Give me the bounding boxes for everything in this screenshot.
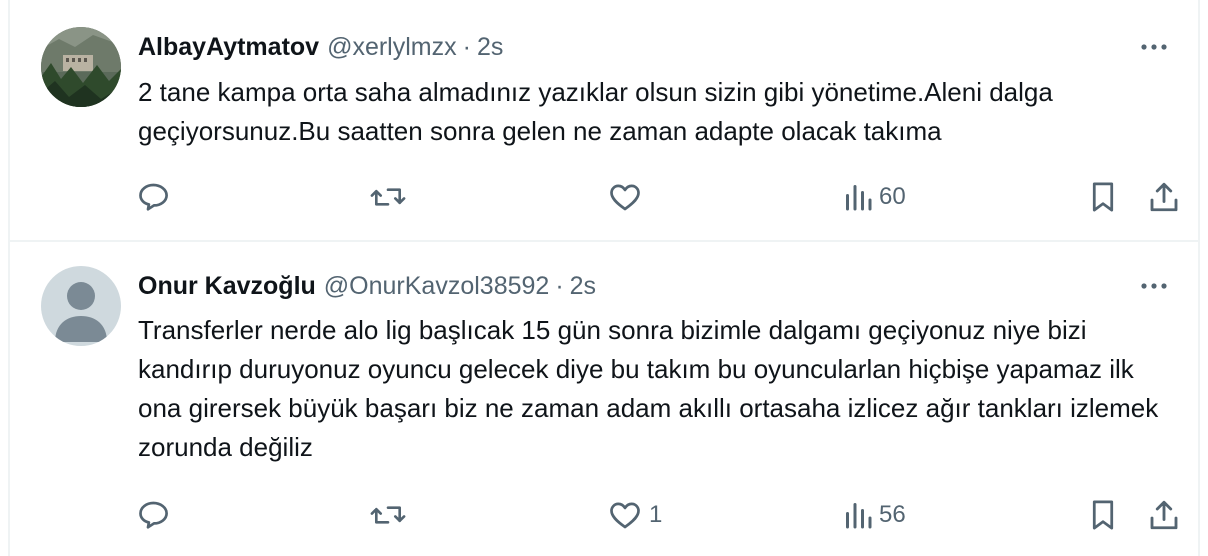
share-button[interactable]	[1146, 177, 1182, 217]
tweet-actions: 1 56	[10, 495, 1198, 535]
avatar[interactable]	[41, 27, 121, 107]
views-icon	[846, 503, 872, 529]
separator-dot: ·	[462, 32, 471, 61]
retweet-button[interactable]	[369, 177, 413, 217]
tweet[interactable]: Onur Kavzoğlu @OnurKavzol38592 · 2s Tran…	[10, 242, 1198, 556]
view-count: 56	[879, 501, 906, 528]
like-button[interactable]: 1	[607, 495, 662, 535]
timestamp[interactable]: 2s	[570, 272, 596, 301]
share-icon	[1150, 500, 1178, 530]
reply-button[interactable]	[136, 495, 178, 535]
author-handle[interactable]: @xerlylmzx	[327, 33, 457, 62]
reply-icon	[139, 501, 168, 529]
author-handle[interactable]: @OnurKavzol38592	[324, 272, 550, 301]
avatar-landscape-image	[41, 27, 121, 107]
views-icon	[846, 185, 872, 211]
retweet-icon	[370, 188, 406, 206]
more-button[interactable]	[1134, 29, 1174, 65]
tweet-text: Transferler nerde alo lig başlıcak 15 gü…	[138, 315, 1159, 462]
view-count: 60	[879, 183, 906, 210]
like-icon	[610, 184, 640, 211]
like-button[interactable]	[607, 177, 649, 217]
like-count: 1	[649, 501, 663, 528]
more-icon	[1141, 283, 1167, 289]
tweet-header: AlbayAytmatov @xerlylmzx · 2s	[138, 29, 503, 65]
tweet-actions: 60	[10, 177, 1198, 217]
reply-icon	[139, 183, 168, 211]
views-button[interactable]: 60	[843, 177, 906, 217]
more-button[interactable]	[1134, 268, 1174, 304]
bookmark-button[interactable]	[1087, 495, 1119, 535]
bookmark-button[interactable]	[1087, 177, 1119, 217]
retweet-button[interactable]	[369, 495, 413, 535]
tweet-header: Onur Kavzoğlu @OnurKavzol38592 · 2s	[138, 268, 596, 304]
tweet[interactable]: AlbayAytmatov @xerlylmzx · 2s 2 tane kam…	[10, 0, 1198, 240]
bookmark-icon	[1092, 182, 1114, 212]
author-name[interactable]: Onur Kavzoğlu	[138, 272, 316, 301]
avatar[interactable]	[41, 266, 121, 346]
retweet-icon	[370, 506, 406, 524]
views-button[interactable]: 56	[843, 495, 906, 535]
tweet-text: 2 tane kampa orta saha almadınız yazıkla…	[138, 77, 1053, 146]
like-icon	[610, 502, 640, 529]
reply-button[interactable]	[136, 177, 178, 217]
author-name[interactable]: AlbayAytmatov	[138, 33, 319, 62]
bookmark-icon	[1092, 500, 1114, 530]
separator-dot: ·	[555, 271, 564, 300]
default-profile-icon	[41, 266, 121, 346]
timeline-border-right	[1198, 0, 1200, 556]
timestamp[interactable]: 2s	[477, 33, 503, 62]
more-icon	[1141, 44, 1167, 50]
share-button[interactable]	[1146, 495, 1182, 535]
share-icon	[1150, 182, 1178, 212]
